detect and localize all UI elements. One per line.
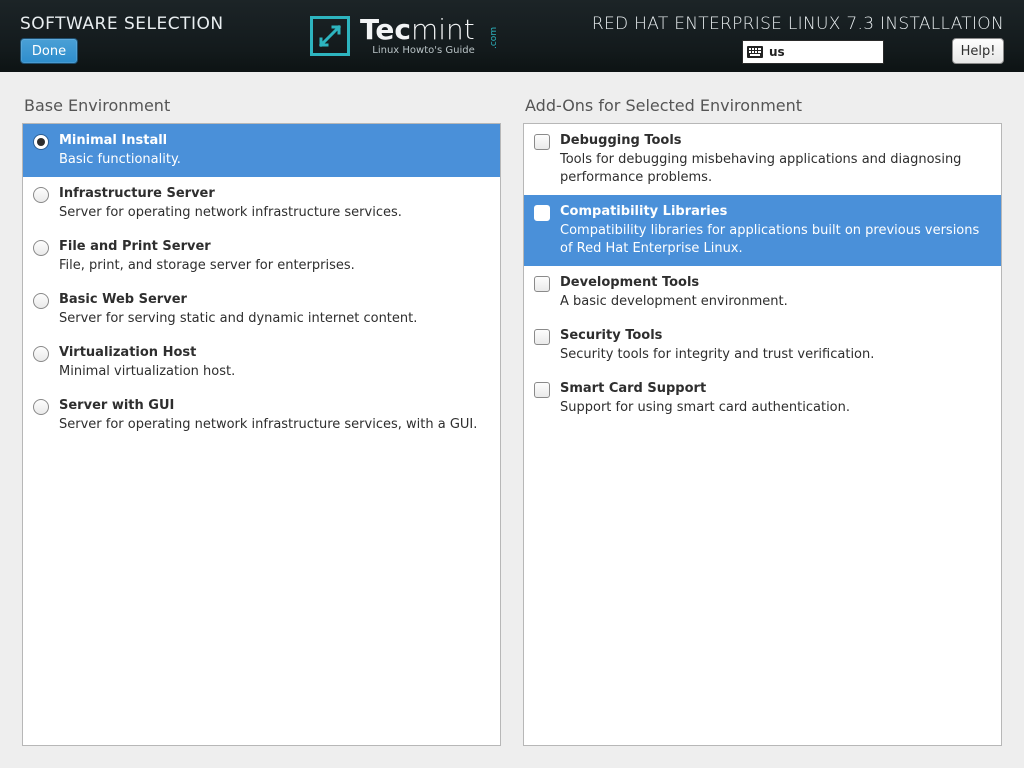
option-desc: Basic functionality. [59,151,490,169]
option-desc: Server for serving static and dynamic in… [59,310,490,328]
option-desc: Tools for debugging misbehaving applicat… [560,151,991,187]
base-env-option[interactable]: Infrastructure ServerServer for operatin… [23,177,500,230]
keyboard-icon [747,46,763,58]
option-desc: A basic development environment. [560,293,991,311]
option-name: Server with GUI [59,397,490,415]
tecmint-logo-text: Tecmint [360,17,475,43]
option-name: Compatibility Libraries [560,203,991,221]
addons-heading: Add-Ons for Selected Environment [525,96,1002,115]
option-name: Basic Web Server [59,291,490,309]
addons-column: Add-Ons for Selected Environment Debuggi… [523,88,1002,746]
done-button[interactable]: Done [20,38,78,64]
topbar: SOFTWARE SELECTION Done Tecmint Linux Ho… [0,0,1024,72]
tecmint-logo-sub: Linux Howto's Guide [360,45,475,56]
checkbox-icon [534,134,550,150]
addon-option[interactable]: Development ToolsA basic development env… [524,266,1001,319]
screen-title: SOFTWARE SELECTION [20,14,224,34]
option-desc: Support for using smart card authenticat… [560,399,991,417]
radio-icon [33,134,49,150]
keyboard-label: us [769,45,785,59]
radio-icon [33,346,49,362]
checkbox-icon [534,382,550,398]
addon-option[interactable]: Security ToolsSecurity tools for integri… [524,319,1001,372]
option-name: Development Tools [560,274,991,292]
keyboard-selector[interactable]: us [742,40,884,64]
checkbox-icon [534,276,550,292]
addons-list: Debugging ToolsTools for debugging misbe… [523,123,1002,746]
option-desc: Minimal virtualization host. [59,363,490,381]
option-desc: Server for operating network infrastruct… [59,204,490,222]
installer-title: RED HAT ENTERPRISE LINUX 7.3 INSTALLATIO… [592,14,1004,34]
option-name: Minimal Install [59,132,490,150]
option-desc: Security tools for integrity and trust v… [560,346,991,364]
tecmint-logo-com: .com [489,27,499,49]
addon-option[interactable]: Debugging ToolsTools for debugging misbe… [524,124,1001,195]
option-name: Debugging Tools [560,132,991,150]
base-env-option[interactable]: Minimal InstallBasic functionality. [23,124,500,177]
tecmint-logo-icon [310,16,350,56]
option-name: File and Print Server [59,238,490,256]
base-env-option[interactable]: File and Print ServerFile, print, and st… [23,230,500,283]
addon-option[interactable]: Smart Card SupportSupport for using smar… [524,372,1001,425]
addon-option[interactable]: Compatibility LibrariesCompatibility lib… [524,195,1001,266]
option-desc: Server for operating network infrastruct… [59,416,490,434]
option-name: Security Tools [560,327,991,345]
radio-icon [33,240,49,256]
radio-icon [33,293,49,309]
base-environment-heading: Base Environment [24,96,501,115]
option-name: Virtualization Host [59,344,490,362]
checkbox-icon [534,329,550,345]
tecmint-logo: Tecmint Linux Howto's Guide .com [310,16,497,56]
base-env-option[interactable]: Server with GUIServer for operating netw… [23,389,500,442]
main-area: Base Environment Minimal InstallBasic fu… [0,72,1024,768]
option-desc: File, print, and storage server for ente… [59,257,490,275]
option-name: Infrastructure Server [59,185,490,203]
option-name: Smart Card Support [560,380,991,398]
checkbox-icon [534,205,550,221]
option-desc: Compatibility libraries for applications… [560,222,991,258]
base-env-option[interactable]: Virtualization HostMinimal virtualizatio… [23,336,500,389]
base-environment-list: Minimal InstallBasic functionality.Infra… [22,123,501,746]
base-environment-column: Base Environment Minimal InstallBasic fu… [22,88,501,746]
base-env-option[interactable]: Basic Web ServerServer for serving stati… [23,283,500,336]
radio-icon [33,187,49,203]
radio-icon [33,399,49,415]
help-button[interactable]: Help! [952,38,1004,64]
